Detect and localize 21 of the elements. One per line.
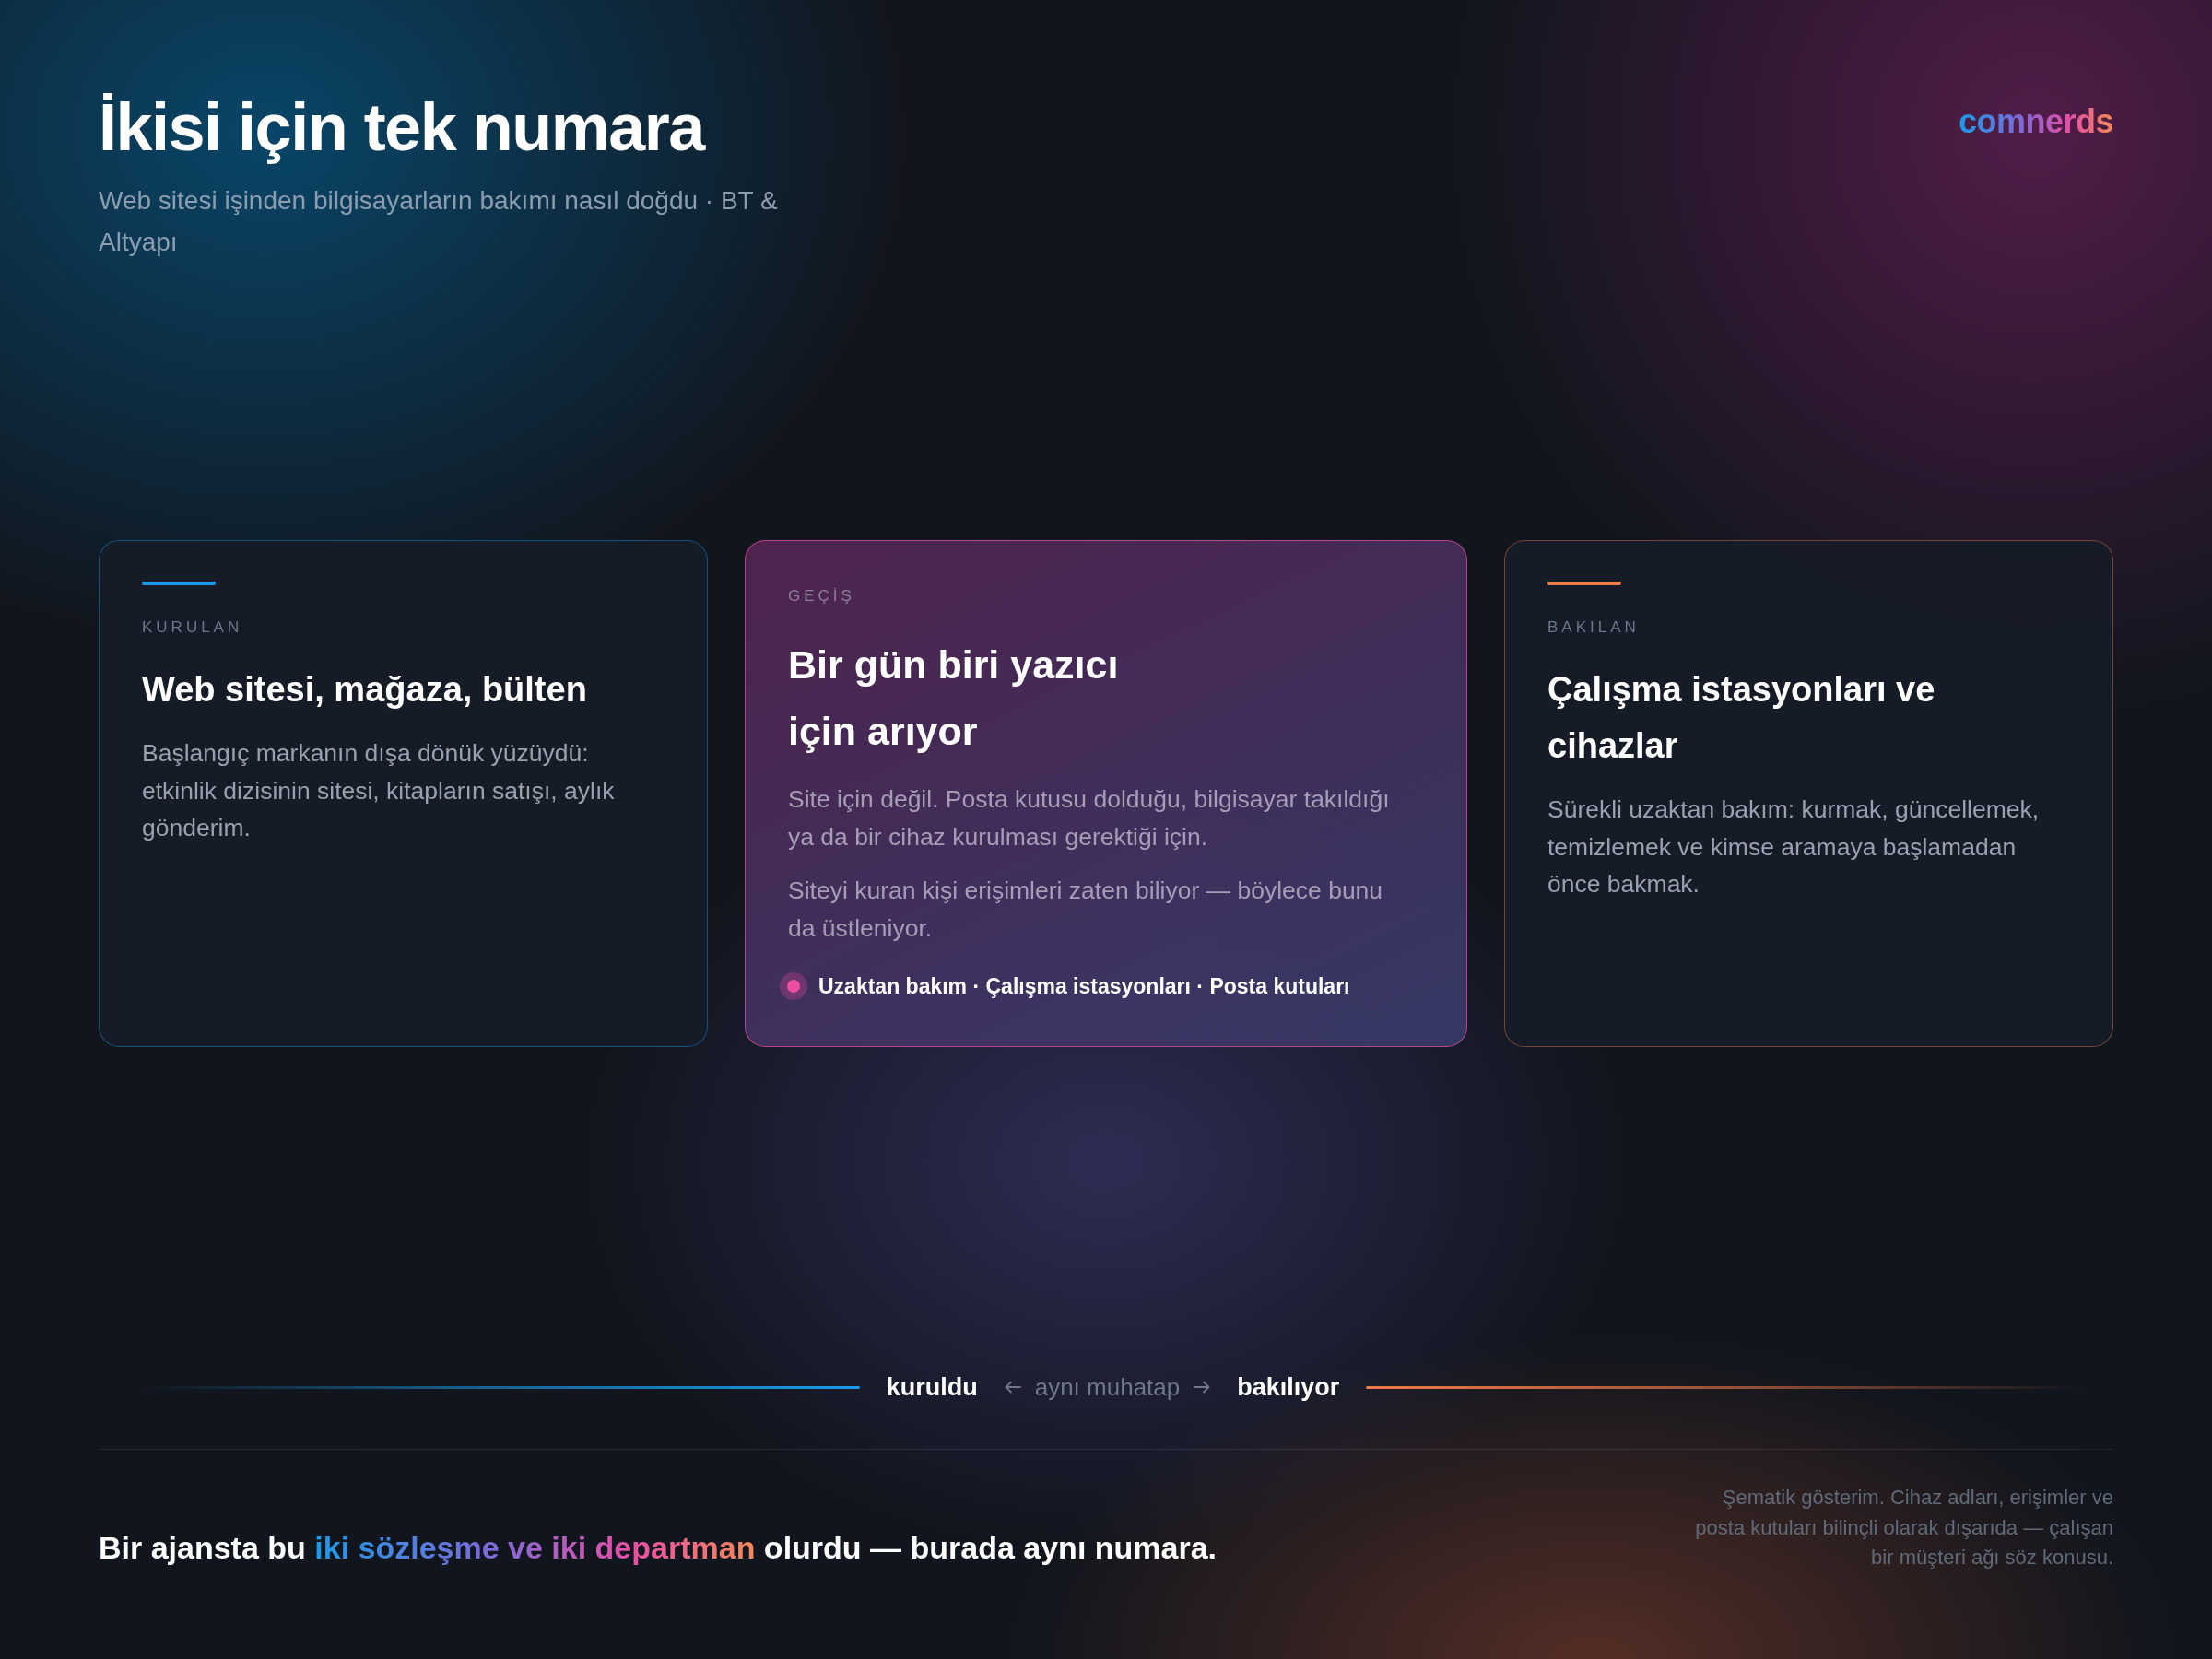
stage-label: bakılıyor <box>1237 1372 1340 1403</box>
card-label: BAKILAN <box>1547 618 1640 638</box>
footnote-text: Şematik gösterim. Cihaz adları, erişimler ve posta kutuları bilinçli olarak dışarıda — çalışan bir müşteri ağı söz konusu. <box>1694 1485 2113 1571</box>
card-text: Başlangıç markanın dışa dönük yüzüydü: etkinlik dizisinin sitesi, kitapların satışı, aylık gönderim. <box>142 738 616 843</box>
arrow-right-icon <box>1194 1381 1211 1394</box>
card-label: GEÇİŞ <box>788 586 855 606</box>
card-title: Web sitesi, mağaza, bülten <box>142 669 587 711</box>
closing-statement: Bir ajansta bu iki sözleşme ve iki departman olurdu — burada aynı numara. <box>99 1528 1218 1567</box>
card-title: Bir gün biri yazıcı için arıyor <box>788 641 1120 755</box>
service-tags: Uzaktan bakım · Çalışma istasyonları · Posta kutuları <box>818 972 1350 1000</box>
card-text: Site için değil. Posta kutusu dolduğu, bilgisayar takıldığı ya da bir cihaz kurulması gerektiği için. <box>788 784 1391 853</box>
stage-label: kuruldu <box>886 1372 978 1403</box>
page-title: İkisi için tek numara <box>99 89 706 166</box>
card-title: Çalışma istasyonları ve cihazlar <box>1547 669 1936 767</box>
connection-label: aynı muhatap <box>1034 1372 1181 1403</box>
card-text: Siteyi kuran kişi erişimleri zaten biliyor — böylece bunu da üstleniyor. <box>788 876 1384 944</box>
arrow-left-icon <box>1004 1381 1021 1394</box>
status-dot-icon <box>780 972 807 1000</box>
page-subtitle: Web sitesi işinden bilgisayarların bakımı nasıl doğdu · BT & Altyapı <box>99 185 779 258</box>
card-text: Sürekli uzaktan bakım: kurmak, güncellemek, temizlemek ve kimse aramaya başlamadan önce bakmak. <box>1547 794 2041 900</box>
card-label: KURULAN <box>142 618 243 638</box>
